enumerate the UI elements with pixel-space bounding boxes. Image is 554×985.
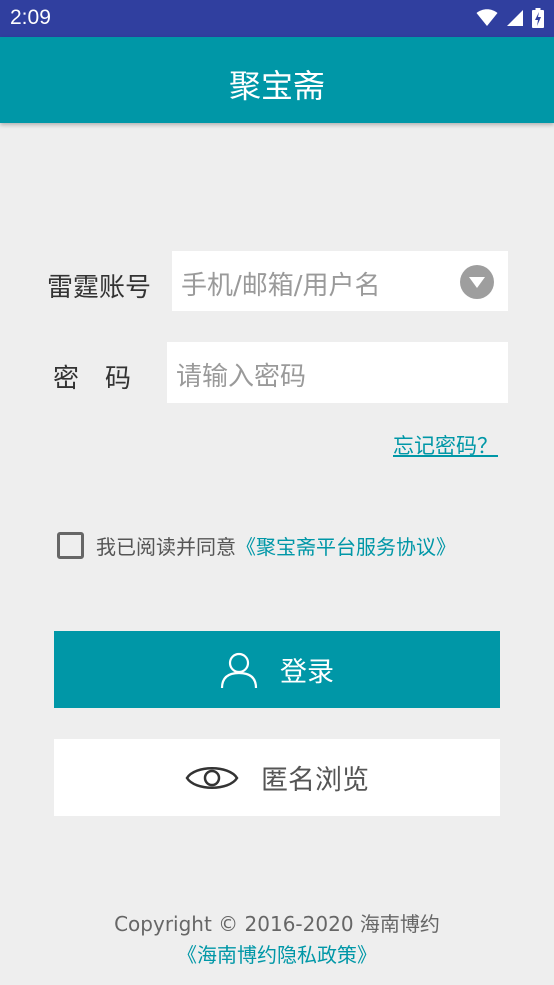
forgot-password-link[interactable]: 忘记密码？ <box>393 430 498 460</box>
status-time: 2:09 <box>10 6 51 29</box>
privacy-policy-link[interactable]: 《海南博约隐私政策》 <box>0 939 554 968</box>
account-input[interactable]: 手机/邮箱/用户名 <box>172 251 508 311</box>
service-agreement-link[interactable]: 《聚宝斋平台服务协议》 <box>236 531 456 560</box>
status-bar: 2:09 <box>0 0 554 37</box>
eye-icon <box>185 766 239 789</box>
anonymous-browse-button[interactable]: 匿名浏览 <box>54 739 500 816</box>
wifi-icon <box>476 9 498 26</box>
login-button[interactable]: 登录 <box>54 631 500 708</box>
password-placeholder: 请输入密码 <box>176 362 307 392</box>
agreement-text: 我已阅读并同意 <box>96 535 236 559</box>
status-icons <box>476 7 544 29</box>
login-label: 登录 <box>280 657 334 688</box>
app-bar: 聚宝斋 <box>0 37 554 123</box>
agreement-row: 我已阅读并同意 《聚宝斋平台服务协议》 <box>57 531 456 560</box>
anonymous-browse-label: 匿名浏览 <box>261 765 369 796</box>
account-label: 雷霆账号 <box>47 273 152 303</box>
app-title: 聚宝斋 <box>228 67 325 105</box>
password-input[interactable]: 请输入密码 <box>167 342 508 403</box>
account-dropdown-icon[interactable] <box>460 265 494 299</box>
password-label: 密 码 <box>53 364 132 394</box>
cell-signal-icon <box>507 10 523 26</box>
copyright-text: Copyright © 2016-2020 海南博约 <box>114 912 440 936</box>
battery-charging-icon <box>532 8 544 28</box>
account-placeholder: 手机/邮箱/用户名 <box>181 271 381 301</box>
agreement-checkbox[interactable] <box>57 532 84 559</box>
user-icon <box>220 652 258 688</box>
